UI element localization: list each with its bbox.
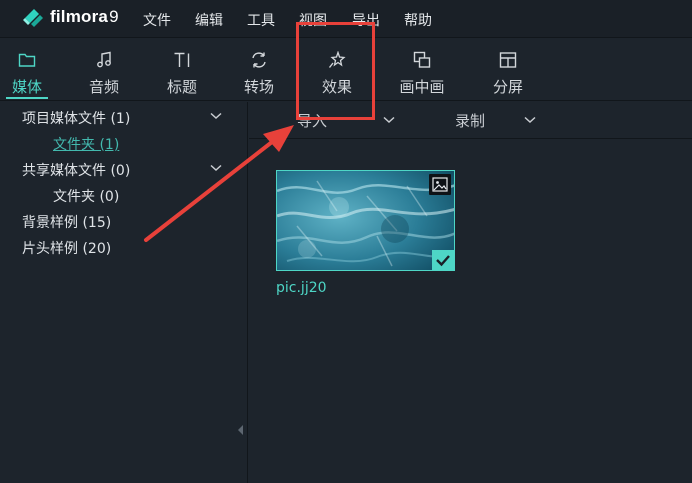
record-dropdown-label: 录制 (455, 112, 486, 130)
music-note-icon (97, 51, 111, 68)
chevron-down-icon (383, 116, 395, 124)
tab-media-label: 媒体 (11, 78, 42, 96)
chevron-down-icon[interactable] (210, 164, 222, 172)
module-toolbar: 媒体 音频 标题 转场 效果 画中画 分屏 (0, 39, 692, 101)
sidebar-item-background-samples[interactable]: 背景样例 (15) (22, 212, 111, 232)
tab-audio[interactable]: 音频 (76, 39, 132, 101)
media-library-sidebar: 项目媒体文件 (1) 文件夹 (1) 共享媒体文件 (0) 文件夹 (0) 背景… (0, 102, 248, 483)
menu-view[interactable]: 视图 (299, 10, 327, 30)
sidebar-item-shared-media[interactable]: 共享媒体文件 (0) (22, 160, 130, 180)
import-dropdown[interactable]: 导入 (297, 110, 397, 132)
import-dropdown-label: 导入 (297, 112, 328, 130)
picture-in-picture-icon (413, 51, 431, 68)
tab-split-screen-label: 分屏 (492, 78, 523, 96)
record-dropdown[interactable]: 录制 (455, 110, 545, 132)
tab-pip-label: 画中画 (399, 78, 445, 96)
brand-name: filmora (50, 7, 109, 26)
media-item-name[interactable]: pic.jj20 (276, 280, 327, 296)
chevron-down-icon[interactable] (210, 112, 222, 120)
menu-bar: filmora9 文件 编辑 工具 视图 导出 帮助 (0, 0, 692, 38)
media-thumbnail[interactable] (276, 170, 455, 271)
tab-pip[interactable]: 画中画 (391, 39, 453, 101)
media-filter-bar: 导入 录制 (249, 102, 692, 139)
tab-audio-label: 音频 (88, 78, 119, 96)
tab-effects-label: 效果 (321, 78, 352, 96)
menu-file[interactable]: 文件 (143, 10, 171, 30)
collapse-panel-icon[interactable] (238, 425, 244, 435)
folder-icon (18, 53, 36, 67)
sidebar-item-project-folder[interactable]: 文件夹 (1) (53, 134, 119, 154)
tab-titles-label: 标题 (166, 78, 197, 96)
split-screen-icon (499, 52, 517, 68)
app-brand: filmora9 (50, 7, 119, 27)
effects-icon (328, 51, 346, 68)
text-title-icon (174, 52, 190, 67)
sidebar-item-project-media[interactable]: 项目媒体文件 (1) (22, 108, 130, 128)
chevron-down-icon (524, 116, 536, 124)
media-content-area: 导入 录制 pic.jj20 (249, 102, 692, 483)
transition-icon (252, 52, 266, 68)
active-tab-indicator (6, 97, 48, 99)
sidebar-item-shared-folder[interactable]: 文件夹 (0) (53, 186, 119, 206)
tab-transitions-label: 转场 (243, 78, 274, 96)
tab-effects[interactable]: 效果 (309, 39, 365, 101)
menu-export[interactable]: 导出 (352, 10, 380, 30)
tab-media[interactable]: 媒体 (0, 39, 54, 101)
image-type-icon (429, 174, 451, 195)
filmora-logo-icon (23, 9, 43, 27)
checkmark-icon (432, 250, 454, 270)
menu-help[interactable]: 帮助 (404, 10, 432, 30)
brand-version: 9 (109, 7, 119, 26)
tab-transitions[interactable]: 转场 (231, 39, 287, 101)
sidebar-item-intro-samples[interactable]: 片头样例 (20) (22, 238, 111, 258)
menu-tools[interactable]: 工具 (247, 10, 275, 30)
tab-titles[interactable]: 标题 (154, 39, 210, 101)
menu-edit[interactable]: 编辑 (195, 10, 223, 30)
tab-split-screen[interactable]: 分屏 (480, 39, 536, 101)
